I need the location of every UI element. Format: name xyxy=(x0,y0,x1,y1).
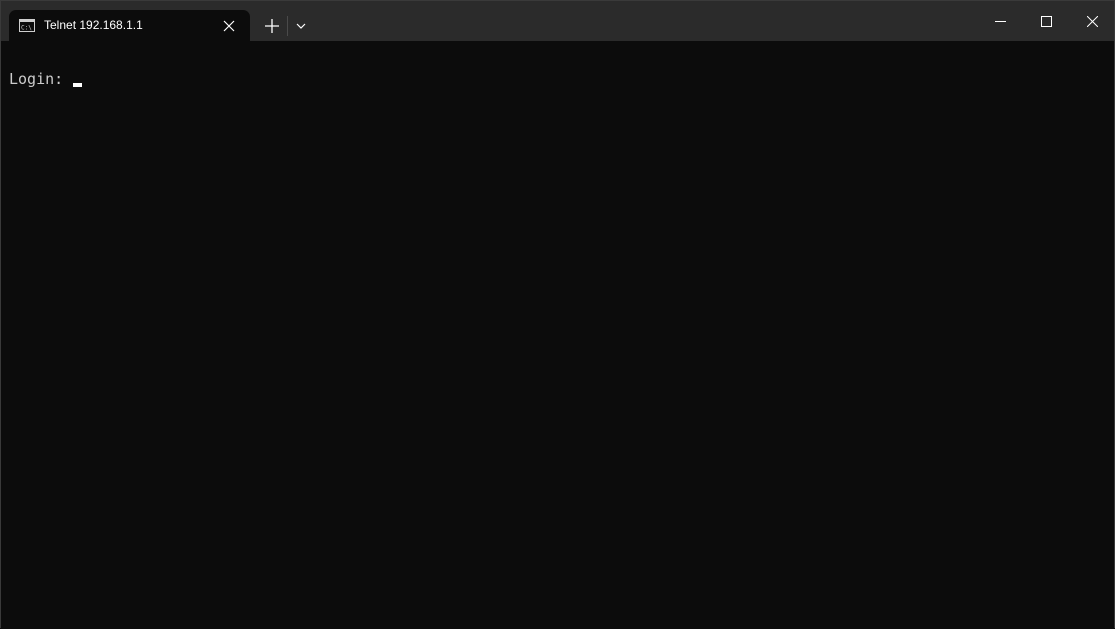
new-tab-button[interactable] xyxy=(259,13,285,39)
minimize-button[interactable] xyxy=(977,1,1023,41)
close-icon xyxy=(1086,15,1098,27)
prompt-text: Login: xyxy=(9,70,73,88)
terminal-area[interactable]: Login: xyxy=(1,41,1114,629)
close-button[interactable] xyxy=(1069,1,1115,41)
plus-icon xyxy=(265,19,279,33)
tab-title: Telnet 192.168.1.1 xyxy=(44,18,143,32)
maximize-icon xyxy=(1040,15,1052,27)
text-cursor xyxy=(73,83,82,87)
minimize-icon xyxy=(994,20,1006,22)
terminal-window: C:\ Telnet 192.168.1.1 Login: xyxy=(0,0,1115,629)
tab-telnet[interactable]: C:\ Telnet 192.168.1.1 xyxy=(9,10,250,41)
svg-text:C:\: C:\ xyxy=(21,25,32,32)
command-prompt-icon: C:\ xyxy=(19,19,35,32)
login-prompt: Login: xyxy=(9,69,72,89)
maximize-button[interactable] xyxy=(1023,1,1069,41)
tab-close-icon[interactable] xyxy=(221,18,237,34)
title-bar[interactable]: C:\ Telnet 192.168.1.1 xyxy=(1,1,1114,41)
tab-separator xyxy=(287,16,288,36)
tab-dropdown-button[interactable] xyxy=(291,14,311,38)
chevron-down-icon xyxy=(296,23,306,29)
